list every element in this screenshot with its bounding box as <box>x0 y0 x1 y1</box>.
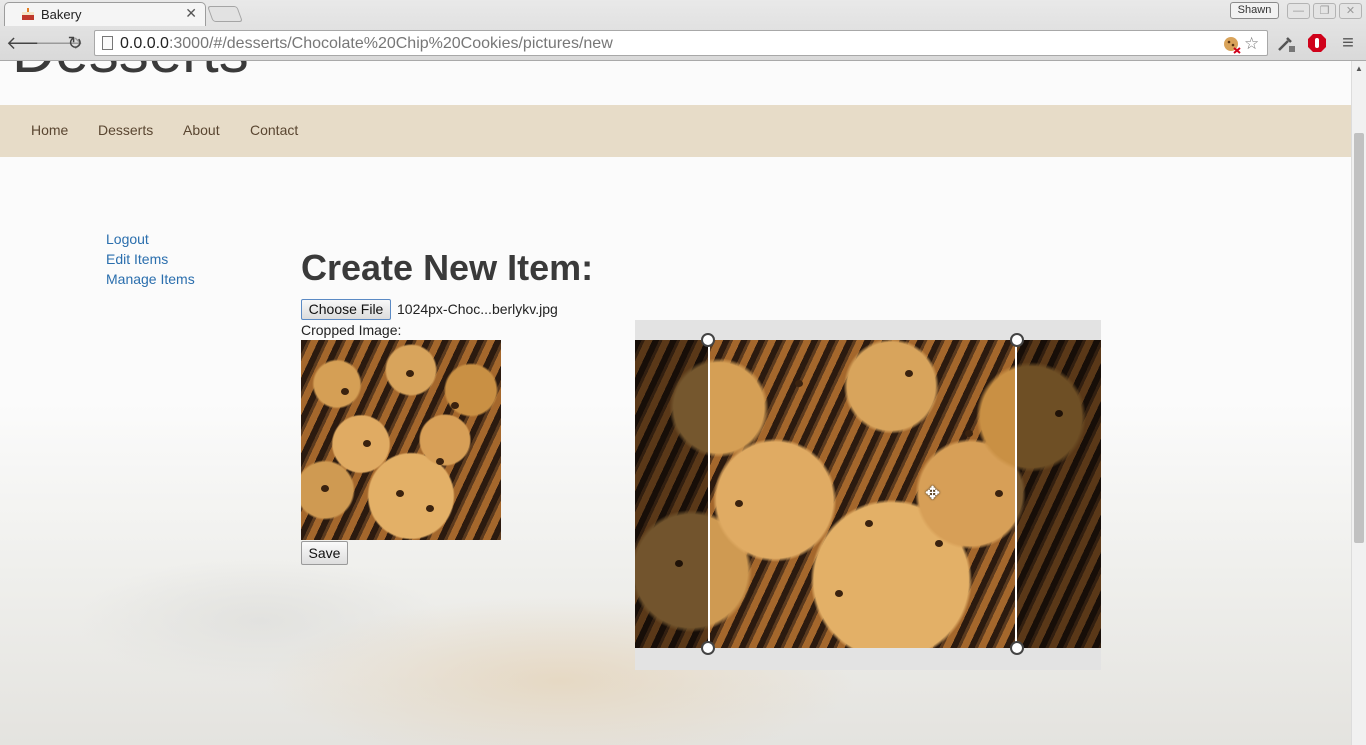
crop-handle-top-left[interactable] <box>701 333 715 347</box>
nav-desserts[interactable]: Desserts <box>98 122 153 138</box>
url-text[interactable]: 0.0.0.0:3000/#/desserts/Chocolate%20Chip… <box>120 35 613 53</box>
crop-shade-left <box>635 340 708 648</box>
main-navbar: Home Desserts About Contact <box>0 105 1351 157</box>
manage-items-link[interactable]: Manage Items <box>106 271 195 287</box>
bookmark-star-icon[interactable]: ☆ <box>1244 34 1259 54</box>
eyedropper-extension-icon[interactable] <box>1276 33 1296 53</box>
url-path: :3000/#/desserts/Chocolate%20Chip%20Cook… <box>168 35 613 52</box>
site-brand[interactable]: Desserts <box>12 61 249 86</box>
move-cursor-icon: ✥ <box>925 483 941 503</box>
cropped-image-preview <box>301 340 501 540</box>
back-icon[interactable]: 🡐 <box>6 32 54 54</box>
edit-items-link[interactable]: Edit Items <box>106 251 168 267</box>
browser-tab[interactable]: Bakery ✕ <box>4 2 206 26</box>
profile-button[interactable]: Shawn <box>1230 2 1279 19</box>
choose-file-button[interactable]: Choose File <box>301 299 391 320</box>
reload-icon[interactable]: ↻ <box>64 32 86 54</box>
logout-link[interactable]: Logout <box>106 231 149 247</box>
menu-icon[interactable]: ≡ <box>1338 33 1358 53</box>
cookie-blocked-icon[interactable] <box>1223 36 1241 54</box>
save-button[interactable]: Save <box>301 541 348 565</box>
url-host: 0.0.0.0 <box>120 35 169 52</box>
tab-title: Bakery <box>41 7 82 22</box>
page-icon <box>102 36 113 50</box>
scrollbar-thumb[interactable] <box>1354 133 1364 543</box>
adblock-extension-icon[interactable] <box>1307 33 1327 53</box>
crop-shade-right <box>1017 340 1101 648</box>
cake-favicon-icon <box>22 8 34 20</box>
scroll-up-arrow-icon[interactable]: ▲ <box>1355 64 1363 73</box>
selected-file-name: 1024px-Choc...berlykv.jpg <box>397 301 558 317</box>
image-cropper[interactable]: ✥ <box>635 320 1101 670</box>
new-tab-button[interactable] <box>207 6 243 22</box>
crop-selection-box[interactable]: ✥ <box>708 340 1017 648</box>
minimize-icon[interactable]: — <box>1287 3 1310 19</box>
browser-toolbar: 🡐 🡒 ↻ 0.0.0.0:3000/#/desserts/Chocolate%… <box>0 27 1366 60</box>
crop-handle-bottom-left[interactable] <box>701 641 715 655</box>
address-bar[interactable]: 0.0.0.0:3000/#/desserts/Chocolate%20Chip… <box>94 30 1268 56</box>
page-title: Create New Item: <box>301 247 594 288</box>
page-viewport: Desserts Home Desserts About Contact Log… <box>0 61 1351 745</box>
crop-handle-top-right[interactable] <box>1010 333 1024 347</box>
page-scrollbar[interactable]: ▲ <box>1351 61 1366 745</box>
browser-chrome: Bakery ✕ Shawn — ❐ ✕ 🡐 🡒 ↻ 0.0.0.0:3000/… <box>0 0 1366 61</box>
cropped-image-label: Cropped Image: <box>301 322 402 338</box>
forward-icon[interactable]: 🡒 <box>35 32 83 54</box>
nav-contact[interactable]: Contact <box>250 122 298 138</box>
tab-strip: Bakery ✕ Shawn — ❐ ✕ <box>0 0 1366 26</box>
close-window-icon[interactable]: ✕ <box>1339 3 1362 19</box>
crop-handle-bottom-right[interactable] <box>1010 641 1024 655</box>
nav-about[interactable]: About <box>183 122 220 138</box>
nav-home[interactable]: Home <box>31 122 68 138</box>
close-tab-icon[interactable]: ✕ <box>185 5 197 22</box>
restore-icon[interactable]: ❐ <box>1313 3 1336 19</box>
